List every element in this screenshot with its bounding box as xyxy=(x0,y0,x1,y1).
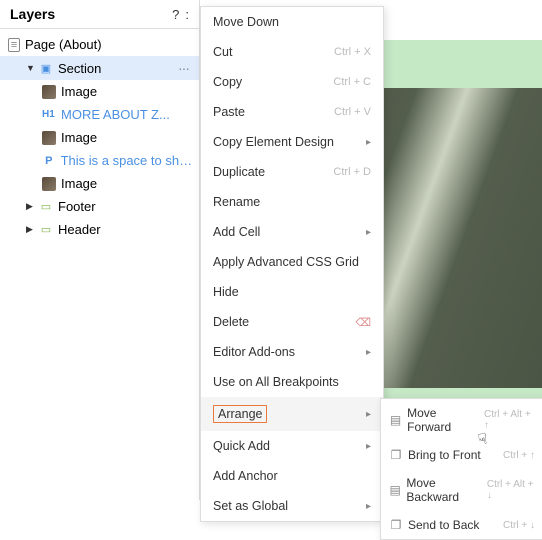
menu-duplicate[interactable]: DuplicateCtrl + D xyxy=(201,157,383,187)
shortcut: Ctrl + C xyxy=(333,76,371,88)
menu-add-cell[interactable]: Add Cell▸ xyxy=(201,217,383,247)
shortcut: Ctrl + Alt + ↑ xyxy=(484,409,535,431)
menu-paste[interactable]: PasteCtrl + V xyxy=(201,97,383,127)
tree-section[interactable]: ▼ ▣ Section ··· xyxy=(0,56,199,80)
footer-icon: ▭ xyxy=(39,200,53,214)
delete-icon: ⌫ xyxy=(355,316,371,329)
layers-header: Layers ? : xyxy=(0,0,199,29)
tree-label: Footer xyxy=(58,199,96,214)
tree-label: MORE ABOUT Z... xyxy=(61,107,170,122)
menu-quick-add[interactable]: Quick Add▸ xyxy=(201,431,383,461)
submenu-move-backward[interactable]: ▤ Move Backward Ctrl + Alt + ↓ xyxy=(381,469,542,511)
move-forward-icon: ▤ xyxy=(389,413,402,427)
h1-icon: H1 xyxy=(42,109,56,120)
help-icon[interactable]: ? xyxy=(172,7,179,22)
menu-addons[interactable]: Editor Add-ons▸ xyxy=(201,337,383,367)
caret-right-icon: ▶ xyxy=(26,201,34,212)
image-thumb-icon xyxy=(42,131,56,145)
menu-cut[interactable]: CutCtrl + X xyxy=(201,37,383,67)
send-back-icon: ❐ xyxy=(389,518,403,532)
arrange-submenu: ▤ Move Forward Ctrl + Alt + ↑ ❐ Bring to… xyxy=(380,398,542,540)
submenu-send-to-back[interactable]: ❐ Send to Back Ctrl + ↓ xyxy=(381,511,542,539)
shortcut: Ctrl + V xyxy=(334,106,371,118)
chevron-right-icon: ▸ xyxy=(366,227,371,238)
submenu-label: Send to Back xyxy=(408,518,479,532)
menu-copy[interactable]: CopyCtrl + C xyxy=(201,67,383,97)
tree-header[interactable]: ▶ ▭ Header xyxy=(0,218,199,241)
tree-page[interactable]: ≡ Page (About) xyxy=(0,33,199,56)
image-thumb-icon xyxy=(42,85,56,99)
tree-label: Header xyxy=(58,222,101,237)
chevron-right-icon: ▸ xyxy=(366,441,371,452)
close-icon[interactable]: : xyxy=(185,7,189,22)
menu-use-all-breakpoints[interactable]: Use on All Breakpoints xyxy=(201,367,383,397)
submenu-label: Move Forward xyxy=(407,406,479,434)
menu-add-anchor[interactable]: Add Anchor xyxy=(201,461,383,491)
menu-delete[interactable]: Delete⌫ xyxy=(201,307,383,337)
menu-arrange[interactable]: Arrange▸ xyxy=(201,397,383,431)
submenu-bring-to-front[interactable]: ❐ Bring to Front Ctrl + ↑ xyxy=(381,441,542,469)
chevron-right-icon: ▸ xyxy=(366,501,371,512)
layers-panel: Layers ? : ≡ Page (About) ▼ ▣ Section ··… xyxy=(0,0,200,500)
page-icon: ≡ xyxy=(8,38,20,52)
shortcut: Ctrl + X xyxy=(334,46,371,58)
shortcut: Ctrl + Alt + ↓ xyxy=(487,479,535,501)
tree-label: This is a space to sha... xyxy=(61,153,193,168)
more-icon[interactable]: ··· xyxy=(178,60,193,76)
chevron-right-icon: ▸ xyxy=(366,409,371,420)
submenu-move-forward[interactable]: ▤ Move Forward Ctrl + Alt + ↑ xyxy=(381,399,542,441)
tree-label: Section xyxy=(58,61,101,76)
p-icon: P xyxy=(42,155,56,167)
layers-tree: ≡ Page (About) ▼ ▣ Section ··· Image H1 … xyxy=(0,29,199,245)
header-icon: ▭ xyxy=(39,223,53,237)
tree-heading[interactable]: H1 MORE ABOUT Z... xyxy=(0,103,199,126)
image-thumb-icon xyxy=(42,177,56,191)
chevron-right-icon: ▸ xyxy=(366,137,371,148)
tree-label: Image xyxy=(61,130,97,145)
tree-label: Image xyxy=(61,176,97,191)
shortcut: Ctrl + ↓ xyxy=(503,520,535,531)
menu-rename[interactable]: Rename xyxy=(201,187,383,217)
tree-image[interactable]: Image xyxy=(0,80,199,103)
shortcut: Ctrl + ↑ xyxy=(503,450,535,461)
menu-set-global[interactable]: Set as Global▸ xyxy=(201,491,383,521)
tree-image[interactable]: Image xyxy=(0,126,199,149)
tree-image[interactable]: Image xyxy=(0,172,199,195)
submenu-label: Bring to Front xyxy=(408,448,481,462)
bring-front-icon: ❐ xyxy=(389,448,403,462)
menu-apply-grid[interactable]: Apply Advanced CSS Grid xyxy=(201,247,383,277)
caret-down-icon: ▼ xyxy=(26,63,34,73)
menu-hide[interactable]: Hide xyxy=(201,277,383,307)
move-backward-icon: ▤ xyxy=(389,483,401,497)
section-icon: ▣ xyxy=(39,61,53,75)
menu-move-down[interactable]: Move Down xyxy=(201,7,383,37)
tree-label: Image xyxy=(61,84,97,99)
chevron-right-icon: ▸ xyxy=(366,347,371,358)
context-menu: Move Down CutCtrl + X CopyCtrl + C Paste… xyxy=(200,6,384,522)
menu-copy-design[interactable]: Copy Element Design▸ xyxy=(201,127,383,157)
caret-right-icon: ▶ xyxy=(26,224,34,235)
shortcut: Ctrl + D xyxy=(333,166,371,178)
tree-footer[interactable]: ▶ ▭ Footer xyxy=(0,195,199,218)
tree-paragraph[interactable]: P This is a space to sha... xyxy=(0,149,199,172)
tree-label: Page (About) xyxy=(25,37,102,52)
panel-title: Layers xyxy=(10,6,55,22)
